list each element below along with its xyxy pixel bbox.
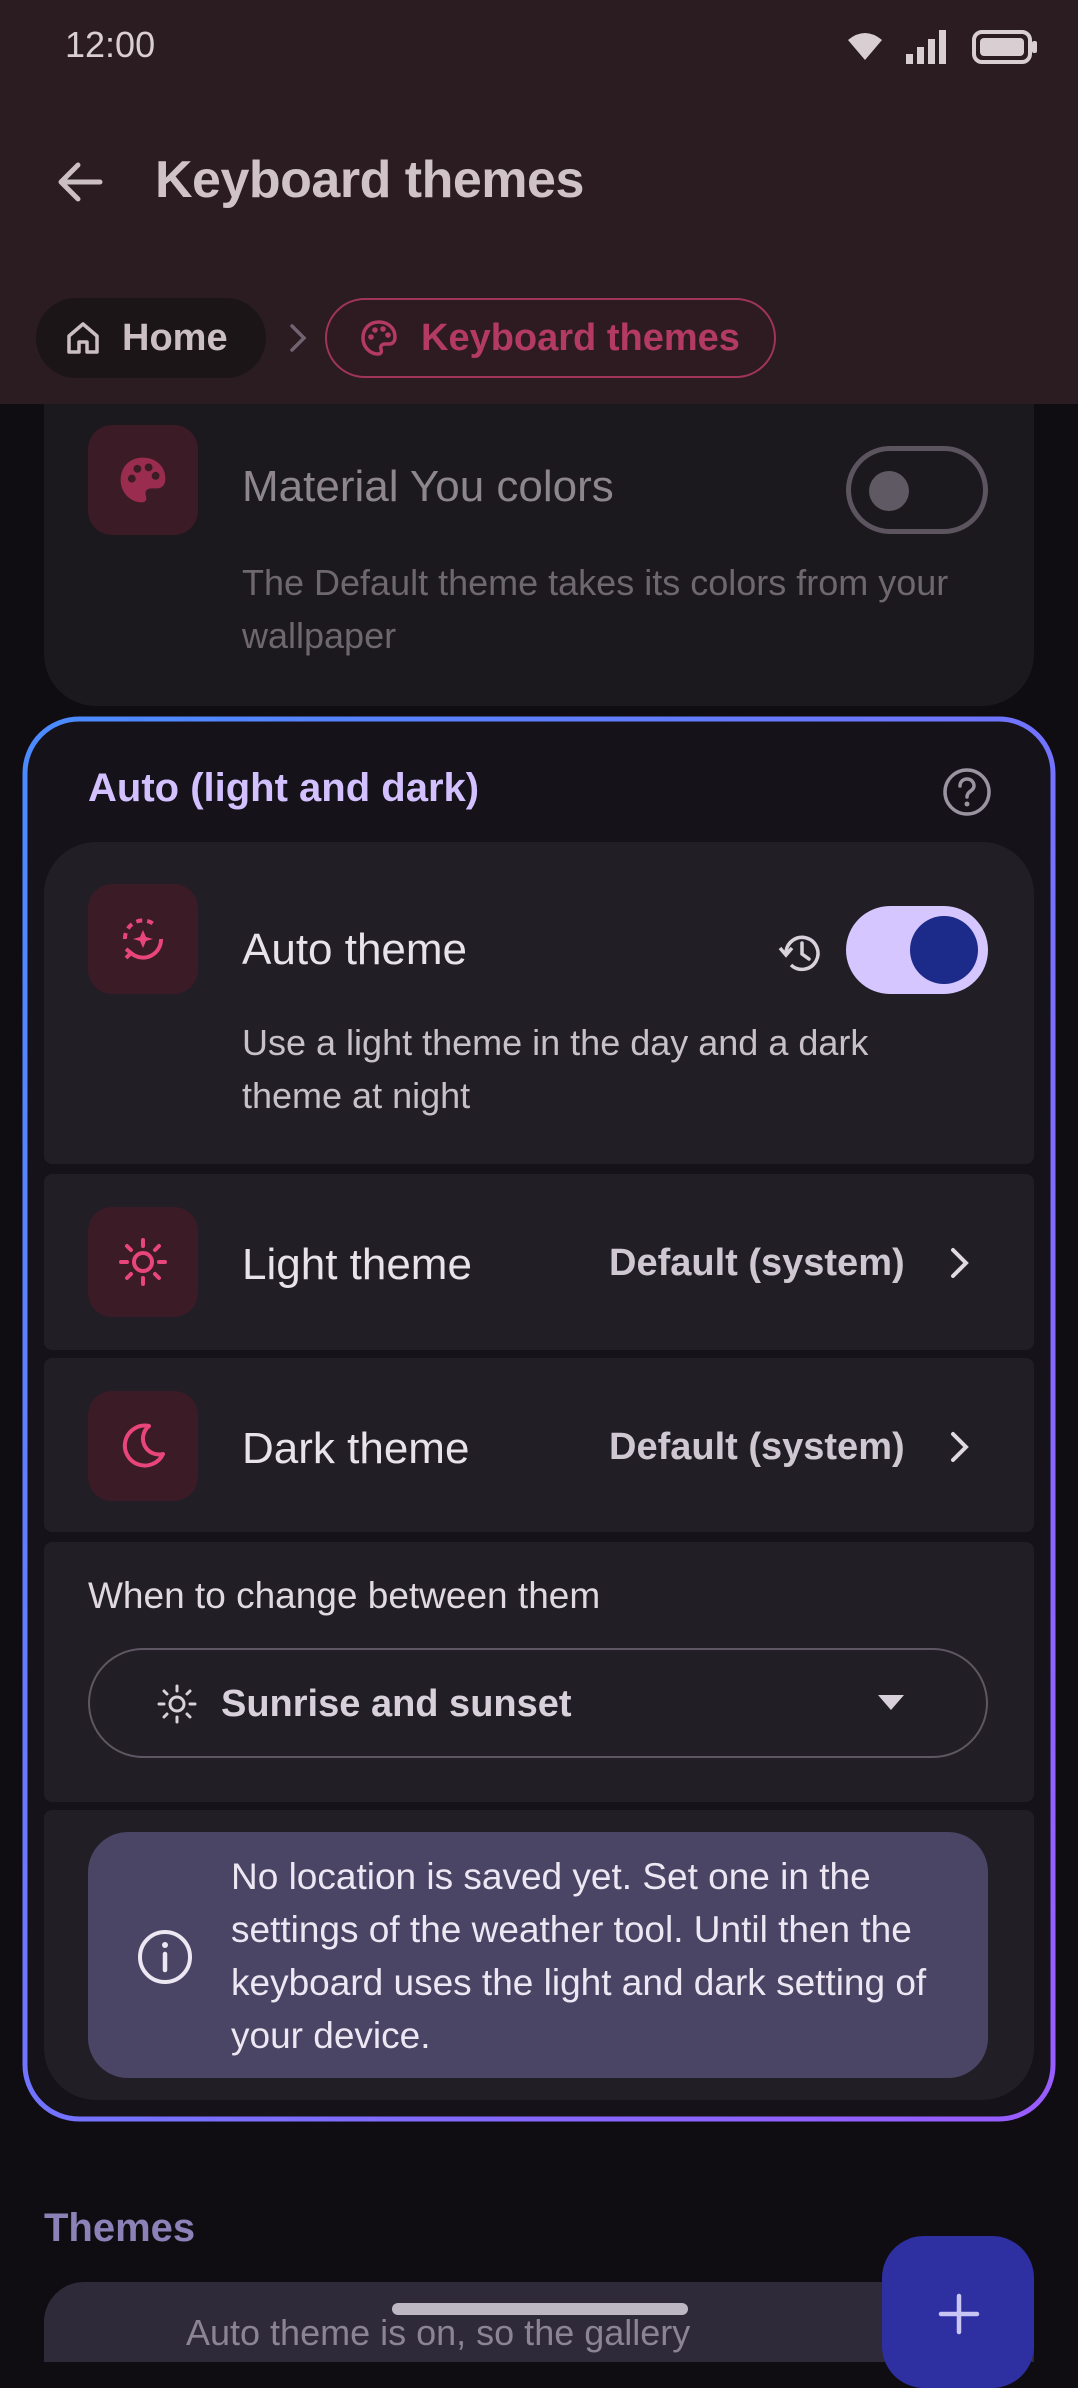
info-icon	[138, 1930, 192, 1984]
auto-theme-subtitle: Use a light theme in the day and a dark …	[242, 1022, 869, 1116]
auto-theme-icon-tile	[88, 884, 198, 994]
breadcrumb-home-label: Home	[122, 316, 228, 359]
dropdown-caret-icon	[878, 1695, 904, 1710]
material-you-title: Material You colors	[242, 462, 614, 511]
section-header: Auto (light and dark)	[88, 766, 480, 810]
themes-section-header: Themes	[44, 2206, 196, 2250]
history-icon[interactable]	[776, 928, 826, 978]
sun-icon	[157, 1684, 197, 1724]
breadcrumb-current-label: Keyboard themes	[421, 316, 740, 359]
wifi-icon	[848, 33, 882, 60]
light-theme-icon-tile	[88, 1207, 198, 1317]
dark-theme-title: Dark theme	[242, 1424, 470, 1473]
help-icon[interactable]	[941, 766, 993, 818]
change-schedule-label: When to change between them	[88, 1575, 601, 1616]
sun-icon	[119, 1238, 167, 1286]
chevron-right-icon	[951, 1248, 969, 1278]
chevron-right-icon	[290, 324, 307, 352]
gesture-navigation-handle[interactable]	[392, 2303, 688, 2315]
light-theme-title: Light theme	[242, 1240, 472, 1289]
material-you-subtitle: The Default theme takes its colors from …	[242, 562, 949, 656]
status-time: 12:00	[65, 24, 156, 65]
change-schedule-value: Sunrise and sunset	[221, 1683, 572, 1725]
auto-theme-toggle[interactable]	[846, 906, 988, 994]
home-icon	[67, 322, 99, 354]
battery-icon	[972, 30, 1037, 64]
material-you-icon-tile	[88, 425, 198, 535]
palette-icon	[361, 320, 397, 356]
dark-theme-icon-tile	[88, 1391, 198, 1501]
back-arrow-icon[interactable]	[50, 152, 110, 212]
palette-icon	[120, 457, 166, 503]
light-theme-value: Default (system)	[609, 1242, 905, 1284]
breadcrumb-home[interactable]: Home	[36, 298, 266, 378]
auto-theme-title: Auto theme	[242, 925, 468, 974]
moon-icon	[122, 1423, 165, 1468]
breadcrumb-current[interactable]: Keyboard themes	[325, 298, 776, 378]
status-icons	[846, 30, 1038, 64]
chevron-right-icon	[951, 1432, 969, 1462]
page-title: Keyboard themes	[155, 151, 584, 209]
location-info-text: No location is saved yet. Set one in the…	[231, 1856, 927, 2056]
material-you-toggle[interactable]	[846, 446, 988, 534]
auto-mode-icon	[122, 918, 164, 960]
signal-icon	[906, 30, 946, 64]
plus-icon	[938, 2293, 980, 2335]
themes-gallery-message: Auto theme is on, so the gallery	[186, 2312, 691, 2353]
dark-theme-value: Default (system)	[609, 1426, 905, 1468]
